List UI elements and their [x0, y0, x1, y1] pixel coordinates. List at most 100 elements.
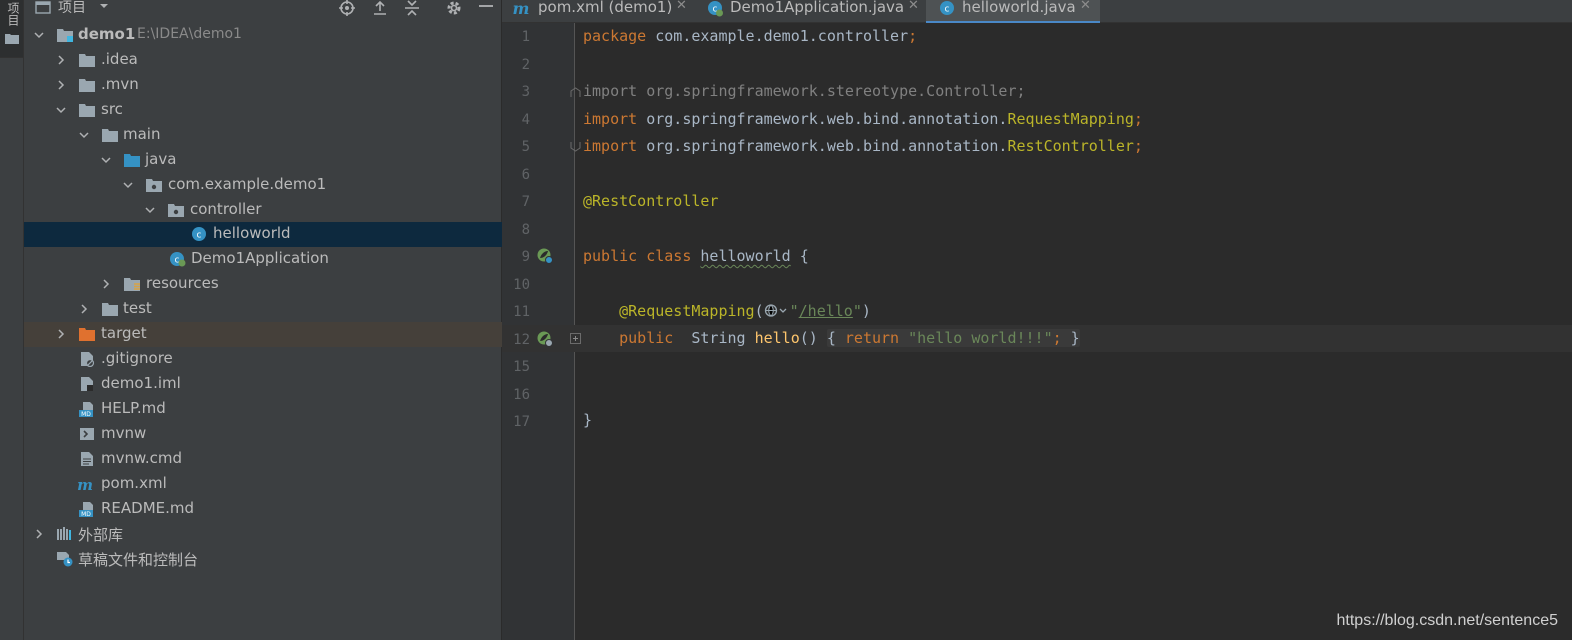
project-panel-header: 项目 [24, 0, 502, 20]
fold-marker-icon[interactable] [570, 87, 581, 98]
close-icon[interactable]: ✕ [908, 0, 919, 13]
tree-item-main[interactable]: main [24, 123, 502, 148]
fold-marker-icon[interactable] [570, 141, 581, 152]
tab-pom-xml[interactable]: m pom.xml (demo1) ✕ [502, 0, 700, 23]
folded-method-body[interactable]: { return "hello world!!!"; } [826, 329, 1080, 347]
tree-item-help-md[interactable]: MD HELP.md [24, 397, 502, 422]
tree-item-readme-md[interactable]: MD README.md [24, 497, 502, 522]
svg-text:m: m [513, 0, 530, 18]
chevron-down-icon[interactable] [122, 179, 134, 191]
chevron-down-icon[interactable] [144, 204, 156, 216]
code-line-3: import org.springframework.stereotype.Co… [583, 82, 1026, 100]
line-number: 2 [521, 57, 530, 73]
line-number: 10 [513, 277, 530, 293]
tree-item-label: demo1.iml [101, 374, 181, 392]
collapse-all-icon[interactable] [402, 0, 422, 18]
web-endpoint-gutter-icon[interactable] [536, 330, 554, 348]
keyword: return [844, 329, 900, 347]
chevron-right-icon[interactable] [100, 278, 112, 290]
unused-import: import org.springframework.stereotype.Co… [583, 82, 1026, 100]
tree-item-demo1application[interactable]: c Demo1Application [24, 247, 502, 272]
spring-bean-gutter-icon[interactable] [536, 247, 554, 265]
expand-fold-icon[interactable] [570, 333, 581, 344]
chevron-right-icon[interactable] [55, 54, 67, 66]
tree-item-demo1[interactable]: demo1 E:\IDEA\demo1 [24, 23, 502, 48]
request-path[interactable]: /hello [799, 302, 853, 320]
package-icon [168, 204, 184, 217]
line-number: 15 [513, 359, 530, 375]
tree-item-demo1-iml[interactable]: demo1.iml [24, 372, 502, 397]
semicolon: ; [1133, 110, 1143, 128]
tree-item-label: .idea [101, 50, 138, 68]
chevron-right-icon[interactable] [55, 79, 67, 91]
project-panel: 项目 demo1 E:\IDEA\demo1 .idea .mvn src ma… [24, 0, 502, 640]
package-name: com.example.demo1.controller [646, 27, 909, 45]
tree-item-target[interactable]: target [24, 322, 502, 347]
svg-text:MD: MD [81, 511, 91, 517]
project-tool-window-label: 项目 [6, 2, 20, 26]
tree-item-pom-xml[interactable]: m pom.xml [24, 472, 502, 497]
tree-item-label: Demo1Application [191, 249, 329, 267]
chevron-down-icon[interactable] [55, 104, 67, 116]
svg-text:MD: MD [81, 411, 91, 417]
tree-item-scratches-and-consoles[interactable]: 草稿文件和控制台 [24, 547, 502, 572]
chevron-right-icon[interactable] [33, 528, 45, 540]
tree-item-gitignore[interactable]: .gitignore [24, 347, 502, 372]
tree-item-label: HELP.md [101, 399, 166, 417]
chevron-right-icon[interactable] [78, 303, 90, 315]
paren: ( [754, 302, 764, 320]
globe-icon[interactable] [764, 303, 790, 318]
tree-item-mvnw-cmd[interactable]: mvnw.cmd [24, 447, 502, 472]
tab-demo1application[interactable]: c Demo1Application.java ✕ [700, 0, 926, 23]
tree-item-java[interactable]: java [24, 148, 502, 173]
project-tool-window-tab[interactable]: 项目 [0, 0, 23, 58]
tree-item-controller[interactable]: controller [24, 198, 502, 223]
minimize-icon[interactable] [476, 0, 496, 18]
brace: { [790, 247, 809, 265]
module-path: E:\IDEA\demo1 [137, 26, 242, 42]
tree-item-test[interactable]: test [24, 297, 502, 322]
tree-item-label: 草稿文件和控制台 [78, 551, 199, 569]
tree-item-resources[interactable]: resources [24, 272, 502, 297]
keyword: import [583, 110, 638, 128]
line-number: 16 [513, 387, 530, 403]
chevron-down-icon[interactable] [100, 154, 112, 166]
scratch-icon [57, 552, 73, 567]
tree-item-package-demo1[interactable]: com.example.demo1 [24, 173, 502, 198]
text-file-icon [81, 452, 93, 466]
line-number: 5 [521, 139, 530, 155]
chevron-down-icon[interactable] [33, 29, 45, 41]
folder-icon [5, 34, 19, 44]
import-class: RequestMapping [1007, 110, 1134, 128]
gear-icon[interactable] [444, 0, 464, 18]
tree-item-idea[interactable]: .idea [24, 48, 502, 73]
tree-item-external-libraries[interactable]: 外部库 [24, 522, 502, 547]
expand-all-icon[interactable] [370, 0, 390, 18]
tree-item-label: test [123, 299, 152, 317]
tree-item-src[interactable]: src [24, 98, 502, 123]
class-icon: c [192, 227, 206, 241]
tree-item-label: demo1 [78, 25, 136, 43]
string-quote: " [852, 302, 862, 320]
chevron-right-icon[interactable] [55, 328, 67, 340]
tree-item-mvn[interactable]: .mvn [24, 73, 502, 98]
tree-item-helloworld[interactable]: c helloworld [24, 222, 502, 247]
line-number: 1 [521, 29, 530, 45]
watermark: https://blog.csdn.net/sentence5 [1336, 612, 1558, 629]
chevron-down-icon[interactable] [99, 1, 109, 11]
tree-item-mvnw[interactable]: mvnw [24, 422, 502, 447]
tab-label: pom.xml (demo1) [538, 0, 673, 16]
import-class: RestController [1007, 137, 1134, 155]
line-number: 6 [521, 167, 530, 183]
tab-helloworld[interactable]: c helloworld.java ✕ [926, 0, 1100, 24]
resources-folder-icon [124, 278, 140, 291]
close-icon[interactable]: ✕ [676, 0, 687, 13]
line-number: 8 [521, 222, 530, 238]
string-literal: "hello world!!!" [908, 329, 1053, 347]
close-icon[interactable]: ✕ [1080, 0, 1091, 13]
semicolon: ; [1052, 329, 1062, 347]
chevron-down-icon[interactable] [78, 129, 90, 141]
project-panel-title[interactable]: 项目 [58, 0, 86, 17]
folder-icon [79, 79, 95, 92]
locate-icon[interactable] [337, 0, 357, 18]
